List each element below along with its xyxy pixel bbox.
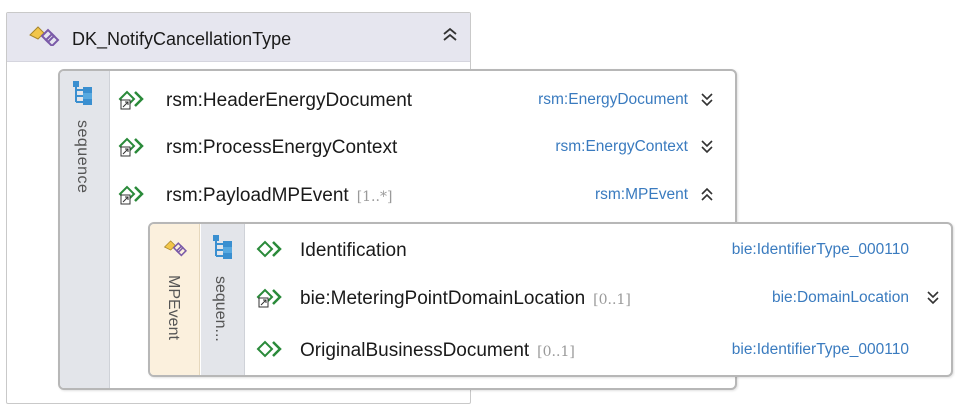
mpevent-label: MPEvent xyxy=(165,275,182,340)
occurrence-label: [1..*] xyxy=(356,189,393,205)
sequence-label: sequence xyxy=(74,120,91,194)
element-name: OriginalBusinessDocument xyxy=(300,340,530,361)
element-type-link[interactable]: rsm:EnergyDocument xyxy=(538,91,688,109)
element-icon xyxy=(256,237,290,266)
complex-type-icon xyxy=(28,24,62,51)
element-name: rsm:HeaderEnergyDocument xyxy=(166,90,413,111)
element-name: rsm:ProcessEnergyContext xyxy=(166,137,398,158)
sequence-icon xyxy=(71,80,95,111)
element-row[interactable]: Identification bie:IdentifierType_000110 xyxy=(252,234,947,266)
element-row[interactable]: OriginalBusinessDocument [0..1] bie:Ident… xyxy=(252,334,947,366)
element-row[interactable]: rsm:ProcessEnergyContext rsm:EnergyConte… xyxy=(116,131,721,163)
sequence-icon xyxy=(211,234,235,265)
element-reference-icon xyxy=(118,87,152,116)
element-row[interactable]: rsm:HeaderEnergyDocument rsm:EnergyDocum… xyxy=(116,84,721,116)
element-type-link[interactable]: bie:IdentifierType_000110 xyxy=(732,241,909,259)
sequence-label: sequen... xyxy=(212,276,229,342)
element-name: rsm:PayloadMPEvent xyxy=(166,185,349,206)
element-type-link[interactable]: bie:DomainLocation xyxy=(772,289,909,307)
element-name-with-occurrence: OriginalBusinessDocument [0..1] xyxy=(300,340,575,362)
double-chevron-down-icon[interactable] xyxy=(699,92,715,113)
element-icon xyxy=(256,337,290,366)
occurrence-label: [0..1] xyxy=(593,292,631,308)
element-name: Identification xyxy=(300,240,407,261)
double-chevron-up-icon[interactable] xyxy=(699,187,715,208)
element-reference-icon xyxy=(118,134,152,163)
double-chevron-up-icon[interactable] xyxy=(441,26,459,47)
element-type-link[interactable]: bie:IdentifierType_000110 xyxy=(732,341,909,359)
element-name: bie:MeteringPointDomainLocation xyxy=(300,288,586,309)
element-reference-icon xyxy=(256,285,290,314)
double-chevron-down-icon[interactable] xyxy=(925,290,941,311)
occurrence-label: [0..1] xyxy=(537,344,575,360)
element-name-with-occurrence: bie:MeteringPointDomainLocation [0..1] xyxy=(300,288,631,310)
element-type-link[interactable]: rsm:EnergyContext xyxy=(555,138,688,156)
element-reference-icon xyxy=(118,182,152,211)
sequence-band xyxy=(60,71,110,388)
double-chevron-down-icon[interactable] xyxy=(699,139,715,160)
element-row[interactable]: rsm:PayloadMPEvent [1..*] rsm:MPEvent xyxy=(116,179,721,211)
complex-type-icon xyxy=(163,236,189,263)
element-row[interactable]: bie:MeteringPointDomainLocation [0..1] bi… xyxy=(252,282,947,314)
complex-type-title: DK_NotifyCancellationType xyxy=(72,29,292,49)
element-name-with-occurrence: rsm:PayloadMPEvent [1..*] xyxy=(166,185,392,207)
element-type-link[interactable]: rsm:MPEvent xyxy=(595,186,688,204)
